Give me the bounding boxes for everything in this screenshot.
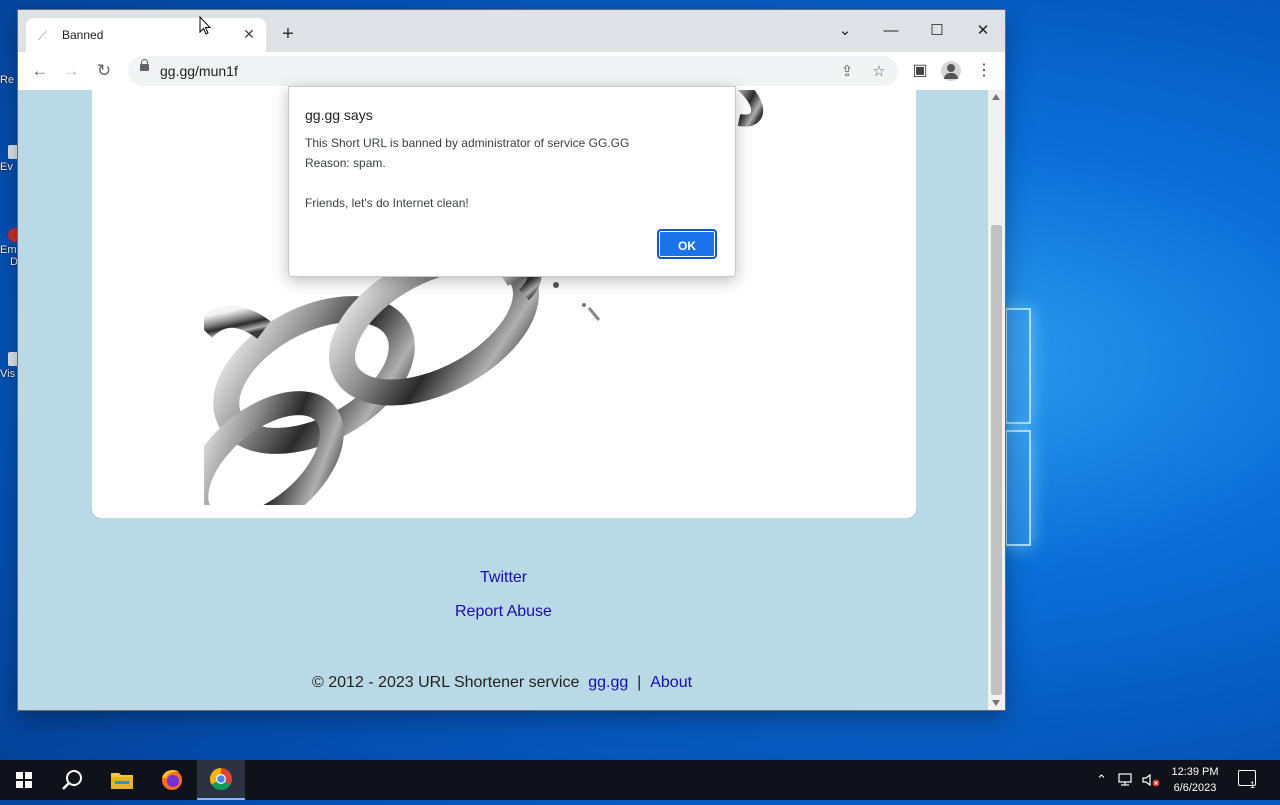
url-text[interactable]: gg.gg/mun1f [160, 63, 238, 79]
tab-search-button[interactable]: ⌄ [822, 16, 868, 46]
scroll-down-arrow-icon[interactable] [992, 700, 1000, 706]
mouse-cursor-icon [199, 16, 211, 35]
forward-button[interactable]: → [60, 60, 82, 82]
desktop-icon-label: Re [0, 74, 15, 86]
tab-title: Banned [62, 28, 104, 42]
copyright-footer: © 2012 - 2023 URL Shortener service gg.g… [312, 674, 692, 692]
windows-wallpaper-logo [1005, 308, 1031, 548]
desktop-icon-label: Vis [0, 368, 16, 380]
system-clock[interactable]: 12:39 PM 6/6/2023 [1160, 764, 1230, 796]
maximize-button[interactable]: ☐ [914, 16, 960, 46]
clock-date: 6/6/2023 [1173, 782, 1217, 794]
dialog-message-line2: Reason: spam. [305, 156, 386, 170]
clock-time: 12:39 PM [1171, 766, 1219, 778]
file-explorer-icon [111, 773, 133, 789]
ok-button[interactable]: OK [657, 229, 717, 259]
desktop-icon-label: Em [0, 244, 17, 256]
vertical-scrollbar[interactable] [988, 90, 1005, 710]
dialog-message-line1: This Short URL is banned by administrato… [305, 136, 630, 150]
taskbar-file-explorer[interactable] [98, 760, 146, 800]
report-abuse-link[interactable]: Report Abuse [455, 603, 552, 621]
lock-icon[interactable] [140, 59, 149, 71]
side-panel-icon[interactable]: ▣ [910, 61, 930, 81]
taskbar-search-button[interactable] [48, 760, 96, 800]
desktop-icon-label: D [10, 256, 18, 268]
close-icon[interactable]: ✕ [240, 25, 258, 43]
profile-avatar-icon[interactable] [941, 61, 961, 81]
tray-overflow-chevron-icon[interactable]: ⌃ [1096, 772, 1107, 788]
taskbar-chrome[interactable] [197, 760, 245, 800]
copyright-text: © 2012 - 2023 URL Shortener service [312, 674, 580, 691]
footer-separator: | [637, 674, 642, 691]
chrome-icon [210, 768, 232, 790]
reload-button[interactable]: ↻ [93, 60, 115, 82]
windows-start-icon [16, 772, 32, 788]
menu-icon[interactable]: ⋮ [974, 61, 994, 81]
new-tab-button[interactable]: + [276, 23, 300, 47]
tab-strip: ⟋ Banned ✕ + ⌄ — ☐ ✕ [18, 10, 1005, 52]
gg-gg-link[interactable]: gg.gg [588, 674, 628, 691]
dialog-message-line3: Friends, let's do Internet clean! [305, 196, 469, 210]
close-window-button[interactable]: ✕ [960, 16, 1005, 46]
bookmark-star-icon[interactable]: ☆ [870, 63, 888, 81]
minimize-button[interactable]: — [868, 16, 914, 46]
desktop-icon-label: Ev [0, 161, 13, 173]
broken-link-icon: ⟋ [38, 28, 48, 43]
search-icon [62, 770, 82, 790]
notification-count-badge: 1 [1250, 780, 1256, 790]
network-icon[interactable] [1118, 772, 1136, 788]
about-link[interactable]: About [650, 674, 692, 691]
taskbar-firefox[interactable] [148, 760, 196, 800]
dialog-title: gg.gg says [305, 107, 373, 123]
share-icon[interactable]: ⇪ [838, 63, 856, 81]
taskbar: ⌃ 12:39 PM 6/6/2023 1 [0, 760, 1280, 800]
firefox-icon [162, 770, 182, 790]
tab-banned[interactable]: ⟋ Banned ✕ [26, 18, 266, 52]
start-button[interactable] [0, 760, 48, 800]
scroll-up-arrow-icon[interactable] [992, 94, 1000, 100]
alert-dialog: gg.gg says This Short URL is banned by a… [288, 86, 736, 277]
volume-muted-icon[interactable] [1141, 772, 1161, 788]
address-bar[interactable]: gg.gg/mun1f ⇪ ☆ [128, 56, 898, 86]
scroll-thumb[interactable] [991, 225, 1002, 695]
twitter-link[interactable]: Twitter [480, 569, 527, 587]
back-button[interactable]: ← [29, 60, 51, 82]
